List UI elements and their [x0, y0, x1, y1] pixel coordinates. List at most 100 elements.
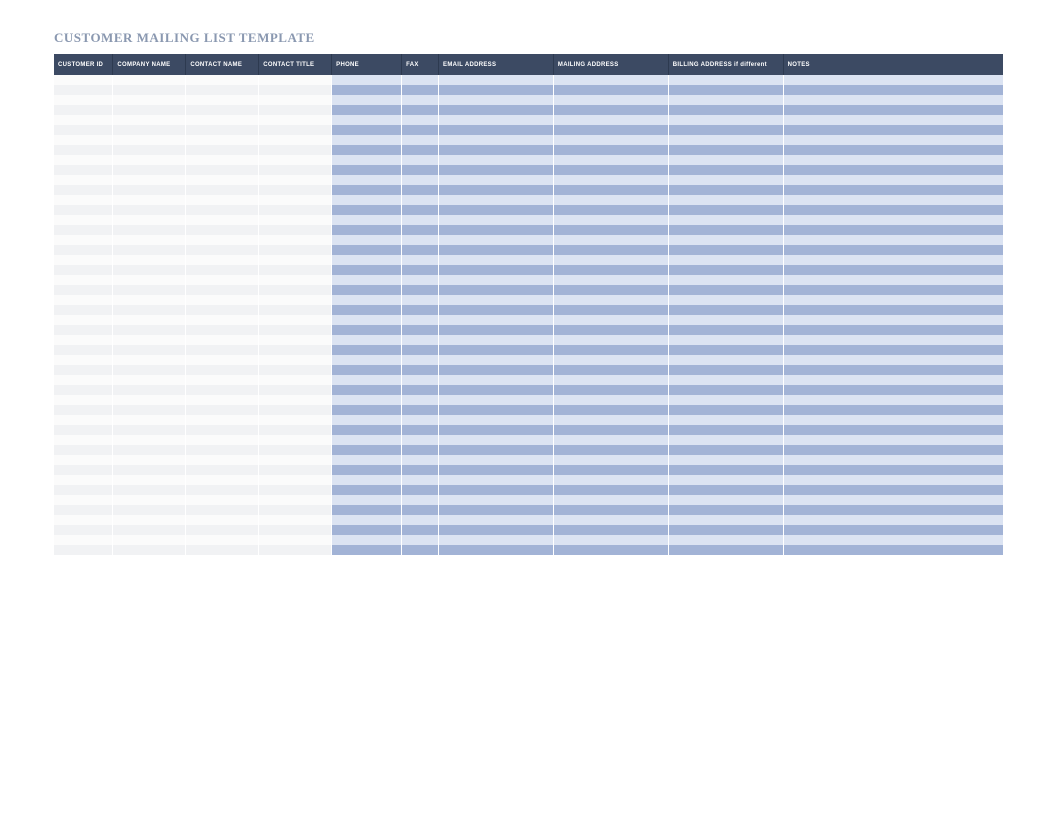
table-cell[interactable] — [668, 285, 783, 295]
table-cell[interactable] — [259, 265, 332, 275]
table-cell[interactable] — [402, 175, 439, 185]
table-cell[interactable] — [259, 315, 332, 325]
table-cell[interactable] — [332, 245, 402, 255]
table-cell[interactable] — [54, 455, 113, 465]
table-cell[interactable] — [186, 505, 259, 515]
table-cell[interactable] — [783, 445, 1003, 455]
table-cell[interactable] — [783, 305, 1003, 315]
table-cell[interactable] — [553, 365, 668, 375]
table-cell[interactable] — [259, 125, 332, 135]
table-cell[interactable] — [54, 145, 113, 155]
table-cell[interactable] — [439, 505, 554, 515]
table-cell[interactable] — [439, 305, 554, 315]
table-cell[interactable] — [439, 75, 554, 85]
table-cell[interactable] — [332, 545, 402, 556]
table-cell[interactable] — [186, 145, 259, 155]
table-cell[interactable] — [113, 185, 186, 195]
table-cell[interactable] — [553, 235, 668, 245]
table-cell[interactable] — [332, 385, 402, 395]
table-cell[interactable] — [783, 75, 1003, 85]
table-cell[interactable] — [54, 375, 113, 385]
table-cell[interactable] — [113, 85, 186, 95]
table-cell[interactable] — [553, 405, 668, 415]
table-cell[interactable] — [439, 405, 554, 415]
table-cell[interactable] — [553, 425, 668, 435]
table-cell[interactable] — [553, 85, 668, 95]
table-cell[interactable] — [439, 105, 554, 115]
table-cell[interactable] — [332, 145, 402, 155]
table-cell[interactable] — [439, 255, 554, 265]
table-cell[interactable] — [54, 105, 113, 115]
table-cell[interactable] — [402, 265, 439, 275]
table-cell[interactable] — [439, 245, 554, 255]
table-cell[interactable] — [186, 165, 259, 175]
table-cell[interactable] — [186, 175, 259, 185]
table-cell[interactable] — [186, 485, 259, 495]
table-cell[interactable] — [54, 495, 113, 505]
table-cell[interactable] — [332, 505, 402, 515]
table-cell[interactable] — [113, 525, 186, 535]
table-cell[interactable] — [783, 215, 1003, 225]
table-cell[interactable] — [783, 265, 1003, 275]
table-cell[interactable] — [332, 95, 402, 105]
table-cell[interactable] — [783, 365, 1003, 375]
table-cell[interactable] — [186, 365, 259, 375]
table-cell[interactable] — [186, 185, 259, 195]
table-cell[interactable] — [332, 415, 402, 425]
table-cell[interactable] — [553, 465, 668, 475]
table-cell[interactable] — [783, 95, 1003, 105]
table-cell[interactable] — [668, 345, 783, 355]
table-cell[interactable] — [439, 265, 554, 275]
table-cell[interactable] — [553, 275, 668, 285]
table-cell[interactable] — [113, 435, 186, 445]
table-cell[interactable] — [113, 465, 186, 475]
table-cell[interactable] — [553, 255, 668, 265]
table-cell[interactable] — [186, 465, 259, 475]
table-cell[interactable] — [783, 385, 1003, 395]
table-cell[interactable] — [783, 425, 1003, 435]
table-cell[interactable] — [783, 205, 1003, 215]
table-cell[interactable] — [259, 185, 332, 195]
table-cell[interactable] — [783, 285, 1003, 295]
table-cell[interactable] — [783, 405, 1003, 415]
table-cell[interactable] — [186, 195, 259, 205]
table-cell[interactable] — [668, 445, 783, 455]
table-cell[interactable] — [259, 165, 332, 175]
table-cell[interactable] — [54, 315, 113, 325]
table-cell[interactable] — [668, 245, 783, 255]
table-cell[interactable] — [113, 495, 186, 505]
table-cell[interactable] — [553, 355, 668, 365]
table-cell[interactable] — [439, 135, 554, 145]
table-cell[interactable] — [186, 345, 259, 355]
table-cell[interactable] — [54, 135, 113, 145]
table-cell[interactable] — [186, 155, 259, 165]
table-cell[interactable] — [402, 405, 439, 415]
table-cell[interactable] — [668, 185, 783, 195]
table-cell[interactable] — [783, 495, 1003, 505]
table-cell[interactable] — [553, 265, 668, 275]
table-cell[interactable] — [439, 285, 554, 295]
table-cell[interactable] — [332, 75, 402, 85]
table-cell[interactable] — [332, 495, 402, 505]
table-cell[interactable] — [439, 395, 554, 405]
table-cell[interactable] — [553, 525, 668, 535]
table-cell[interactable] — [186, 265, 259, 275]
table-cell[interactable] — [54, 295, 113, 305]
table-cell[interactable] — [402, 95, 439, 105]
table-cell[interactable] — [402, 285, 439, 295]
table-cell[interactable] — [668, 115, 783, 125]
table-cell[interactable] — [668, 125, 783, 135]
table-cell[interactable] — [259, 175, 332, 185]
table-cell[interactable] — [259, 105, 332, 115]
table-cell[interactable] — [54, 305, 113, 315]
table-cell[interactable] — [259, 475, 332, 485]
table-cell[interactable] — [54, 175, 113, 185]
table-cell[interactable] — [402, 455, 439, 465]
table-cell[interactable] — [259, 145, 332, 155]
table-cell[interactable] — [113, 265, 186, 275]
table-cell[interactable] — [186, 415, 259, 425]
table-cell[interactable] — [113, 355, 186, 365]
table-cell[interactable] — [439, 445, 554, 455]
table-cell[interactable] — [402, 475, 439, 485]
table-cell[interactable] — [439, 295, 554, 305]
